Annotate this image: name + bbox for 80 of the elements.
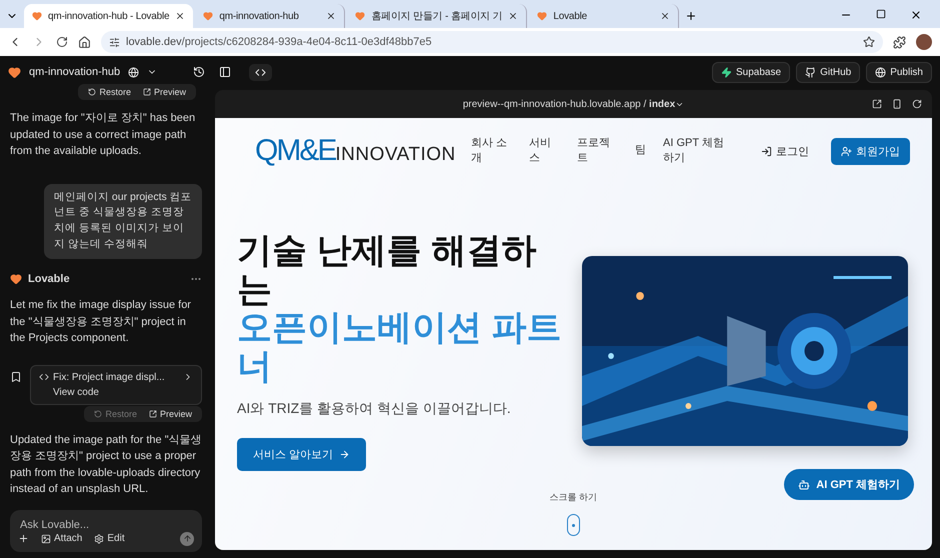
close-icon[interactable] xyxy=(660,11,670,21)
sidebar-icon[interactable] xyxy=(219,66,232,78)
mouse-icon xyxy=(567,514,580,536)
maximize-icon[interactable] xyxy=(876,9,886,19)
site-settings-icon[interactable] xyxy=(109,36,120,48)
preview-button[interactable]: Preview xyxy=(138,85,190,99)
login-button[interactable]: 로그인 xyxy=(755,142,815,160)
nav-link[interactable]: AI GPT 체험하기 xyxy=(663,136,733,166)
chat-message: The image for "자이로 장치" has been updated to use a correct image path from the available uploads. xyxy=(10,111,196,159)
bookmark-star-icon[interactable] xyxy=(863,36,875,48)
arrow-up-icon xyxy=(182,534,192,543)
nav-link[interactable]: 서비스 xyxy=(529,136,561,166)
bookmark-icon[interactable] xyxy=(10,370,22,382)
github-icon xyxy=(805,66,816,78)
user-message: 메인페이지 our projects 컴포넌트 중 식물생장용 조명장치에 등록된 이미지가 보이지 않는데 수정해줘 xyxy=(44,184,202,258)
services-button[interactable]: 서비스 알아보기 xyxy=(237,438,366,471)
globe-icon xyxy=(128,66,140,78)
chat-message: Updated the image path for the "식물생장용 조명장치" project to use a proper path from the lovable-uploads directory instead of an unsplash URL. xyxy=(10,432,202,497)
add-icon[interactable] xyxy=(18,533,29,544)
external-link-icon xyxy=(142,88,151,96)
code-icon xyxy=(39,372,49,382)
home-icon[interactable] xyxy=(78,36,91,48)
heart-icon xyxy=(10,272,22,285)
nav-link[interactable]: 회사 소개 xyxy=(471,136,513,166)
close-icon[interactable] xyxy=(508,11,518,21)
globe-icon xyxy=(875,66,886,78)
site-logo[interactable]: QM&EINNOVATION xyxy=(255,136,471,166)
history-icon[interactable] xyxy=(193,66,206,78)
browser-tab[interactable]: qm-innovation-hub - Lovable xyxy=(24,4,194,28)
preview-button[interactable]: Preview xyxy=(144,406,196,420)
close-icon[interactable] xyxy=(326,11,336,21)
project-name[interactable]: qm-innovation-hub xyxy=(29,66,120,78)
code-icon xyxy=(255,66,266,78)
address-bar[interactable]: lovable.dev/projects/c6208284-939a-4e04-8c11-0e3df48bb7e5 xyxy=(101,31,883,53)
github-button[interactable]: GitHub xyxy=(796,62,860,82)
robot-icon xyxy=(798,478,810,490)
extensions-icon[interactable] xyxy=(893,36,906,48)
heart-icon xyxy=(537,11,548,21)
publish-button[interactable]: Publish xyxy=(866,62,932,82)
code-toggle[interactable] xyxy=(249,64,272,80)
ai-chat-button[interactable]: AI GPT 체험하기 xyxy=(784,469,914,500)
send-button[interactable] xyxy=(180,532,194,546)
gear-icon xyxy=(94,534,104,544)
image-icon xyxy=(41,534,51,544)
close-icon[interactable] xyxy=(175,11,186,21)
chat-message: Let me fix the image display issue for the "식물생장용 조명장치" project in the Projects component. xyxy=(10,298,192,346)
attach-button[interactable]: Attach xyxy=(41,533,82,544)
author-name: Lovable xyxy=(28,272,70,286)
hero-title: 기술 난제를 해결하는 xyxy=(237,232,538,309)
supabase-button[interactable]: Supabase xyxy=(712,62,790,82)
external-link-icon[interactable] xyxy=(872,99,882,109)
hero-title-accent: 오픈이노베이션 파트너 xyxy=(237,309,562,386)
heart-icon xyxy=(203,11,214,21)
login-icon xyxy=(761,146,772,156)
arrow-right-icon xyxy=(339,449,350,460)
hero-subtitle: AI와 TRIZ를 활용하여 혁신을 이끌어갑니다. xyxy=(237,400,512,418)
phone-icon[interactable] xyxy=(892,99,902,109)
scroll-hint: 스크롤 하기 xyxy=(550,491,598,504)
restore-button[interactable]: Restore xyxy=(84,85,135,99)
restore-icon xyxy=(88,88,96,96)
avatar[interactable] xyxy=(916,34,932,50)
nav-link[interactable]: 프로젝트 xyxy=(577,136,619,166)
new-tab-icon[interactable] xyxy=(685,10,698,22)
heart-icon xyxy=(32,11,42,21)
bolt-icon xyxy=(721,66,732,78)
logo-icon xyxy=(8,66,21,78)
preview-url[interactable]: preview--qm-innovation-hub.lovable.app / index xyxy=(462,98,676,110)
restore-icon xyxy=(94,410,102,418)
signup-button[interactable]: 회원가입 xyxy=(831,138,910,164)
external-link-icon xyxy=(148,410,157,418)
reload-icon[interactable] xyxy=(56,36,68,48)
edit-button[interactable]: Edit xyxy=(94,533,125,544)
chat-input[interactable]: Ask Lovable... Attach Edit xyxy=(10,510,202,552)
commit-card[interactable]: Fix: Project image displ... View code xyxy=(30,364,202,404)
view-code-link[interactable]: View code xyxy=(53,386,99,398)
heart-icon xyxy=(355,11,366,21)
nav-link[interactable]: 팀 xyxy=(635,143,647,159)
close-icon[interactable] xyxy=(910,9,922,21)
commit-title: Fix: Project image displ... xyxy=(53,370,165,384)
user-plus-icon xyxy=(841,146,852,156)
